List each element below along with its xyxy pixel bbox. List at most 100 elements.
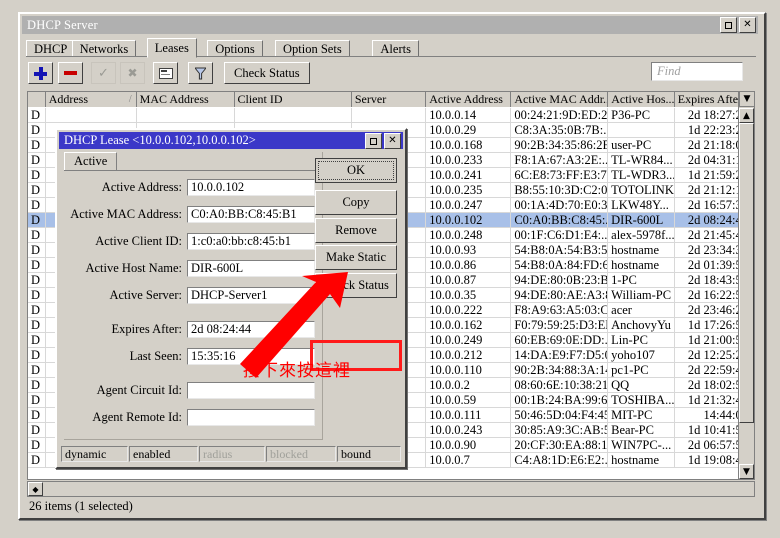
cell-active_mac: 90:2B:34:35:86:2B [511, 138, 609, 153]
column-header-address[interactable]: Address / [45, 92, 137, 107]
cell-active_address: 10.0.0.111 [426, 408, 512, 423]
cell-active_host: hostname [608, 453, 675, 468]
cell-flag: D [28, 318, 46, 333]
cell-flag: D [28, 378, 46, 393]
cell-flag: D [28, 138, 46, 153]
tab-options[interactable]: Options [207, 40, 263, 57]
column-header-label: Address [48, 92, 89, 106]
window-title: DHCP Server [27, 17, 98, 32]
input-active-server[interactable]: DHCP-Server1 [187, 286, 315, 304]
dialog-ok-button[interactable]: OK [315, 158, 397, 183]
vertical-scrollbar[interactable]: ▲ ▼ [738, 92, 754, 479]
input-active-client-id[interactable]: 1:c0:a0:bb:c8:45:b1 [187, 232, 315, 250]
sort-indicator-icon: / [128, 94, 132, 105]
scroll-up-icon[interactable]: ▲ [739, 108, 754, 123]
dialog-tab-underline [64, 170, 322, 171]
cell-active_host: Bear-PC [608, 423, 675, 438]
dialog-close-icon[interactable]: ✕ [384, 133, 401, 149]
status-bar: 26 items (1 selected) [29, 499, 133, 513]
column-header-client-id[interactable]: Client ID [234, 92, 352, 107]
status-field-bound: bound [337, 446, 401, 462]
cell-flag: D [28, 168, 46, 183]
cell-flag: D [28, 348, 46, 363]
cell-active_host: TL-WDR3... [608, 168, 675, 183]
input-active-host-name[interactable]: DIR-600L [187, 259, 315, 277]
cell-active_host: MIT-PC [608, 408, 675, 423]
comment-button[interactable] [153, 62, 178, 84]
dialog-remove-button[interactable]: Remove [315, 218, 397, 243]
check-status-button[interactable]: Check Status [224, 62, 310, 84]
tabstrip: DHCP Networks Leases Options Option Sets Aler… [26, 38, 756, 58]
dhcp-lease-dialog: DHCP Lease <10.0.0.102,10.0.0.102> ✕ Act… [55, 128, 407, 469]
field-active-mac-address: Active MAC Address: C0:A0:BB:C8:45:B1 [62, 205, 320, 223]
input-active-address[interactable]: 10.0.0.102 [187, 178, 315, 196]
field-active-address: Active Address: 10.0.0.102 [62, 178, 320, 196]
tab-networks[interactable]: Networks [71, 40, 137, 57]
cell-active_mac: F8:A9:63:A5:03:C2 [511, 303, 609, 318]
cell-flag: D [28, 423, 46, 438]
column-header-label: Active Address [429, 92, 503, 106]
search-input[interactable]: Find [651, 62, 743, 81]
cell-active_host: pc1-PC [608, 363, 675, 378]
cell-flag: D [28, 108, 46, 123]
cell-active_mac: F8:1A:67:A3:2E:... [511, 153, 609, 168]
cell-active_host: TL-WR84... [608, 153, 675, 168]
close-icon[interactable]: ✕ [739, 17, 756, 33]
cell-active_address: 10.0.0.93 [426, 243, 512, 258]
tab-active[interactable]: Active [64, 152, 118, 170]
tab-dhcp[interactable]: DHCP [26, 40, 76, 57]
cell-active_address: 10.0.0.243 [426, 423, 512, 438]
column-header-flag[interactable] [28, 92, 46, 107]
cell-active_host: hostname [608, 258, 675, 273]
column-header-server[interactable]: Server [351, 92, 427, 107]
input-active-mac-address[interactable]: C0:A0:BB:C8:45:B1 [187, 205, 315, 223]
scroll-down-icon[interactable]: ▼ [739, 464, 754, 479]
input-agent-circuit-id[interactable] [187, 381, 315, 399]
scrollbar-thumb[interactable] [739, 123, 754, 423]
cell-mac [136, 108, 235, 123]
cell-active_host [608, 123, 675, 138]
dialog-make-static-button[interactable]: Make Static [315, 245, 397, 270]
tab-option-sets[interactable]: Option Sets [275, 40, 350, 57]
cell-active_host: LKW48Y... [608, 198, 675, 213]
cell-active_mac: 08:60:6E:10:38:21 [511, 378, 609, 393]
input-agent-remote-id[interactable] [187, 408, 315, 426]
column-header-active-address[interactable]: Active Address [426, 92, 512, 107]
tab-alerts[interactable]: Alerts [372, 40, 419, 57]
cell-flag: D [28, 288, 46, 303]
column-header-mac-address[interactable]: MAC Address [136, 92, 235, 107]
dialog-copy-button[interactable]: Copy [315, 190, 397, 215]
dialog-maximize-icon[interactable] [365, 133, 382, 149]
cell-active_host: alex-5978f... [608, 228, 675, 243]
dialog-check-status-button[interactable]: Check Status [315, 273, 397, 298]
cell-flag: D [28, 453, 46, 468]
column-header-active-hos[interactable]: Active Hos... [608, 92, 675, 107]
table-row[interactable]: D 10.0.0.14 00:24:21:9D:ED:2B P36-PC 2d 18:2… [28, 108, 754, 123]
horizontal-scrollbar[interactable]: ◆ [27, 481, 755, 497]
input-expires-after[interactable]: 2d 08:24:44 [187, 320, 315, 338]
column-header-active-mac-addr[interactable]: Active MAC Addr... [511, 92, 609, 107]
cell-active_address: 10.0.0.87 [426, 273, 512, 288]
cell-active_mac: C0:A0:BB:C8:45:... [511, 213, 609, 228]
scroll-left-icon[interactable]: ◆ [28, 482, 43, 496]
cell-active_address: 10.0.0.110 [426, 363, 512, 378]
field-active-host-name: Active Host Name: DIR-600L [62, 259, 320, 277]
add-button[interactable] [28, 62, 53, 84]
maximize-icon[interactable] [720, 17, 737, 33]
cell-active_address: 10.0.0.235 [426, 183, 512, 198]
cell-flag: D [28, 273, 46, 288]
cell-flag: D [28, 258, 46, 273]
filter-button[interactable] [188, 62, 213, 84]
disable-button[interactable]: ✖ [120, 62, 145, 84]
tab-leases[interactable]: Leases [146, 38, 197, 58]
field-label: Active MAC Address: [70, 206, 182, 221]
cell-active_mac: 6C:E8:73:FF:E3:7E [511, 168, 609, 183]
cell-active_mac: 54:B8:0A:84:FD:6D [511, 258, 609, 273]
cell-active_address: 10.0.0.241 [426, 168, 512, 183]
cell-flag: D [28, 183, 46, 198]
column-chooser-icon[interactable]: ▼ [739, 92, 754, 107]
remove-button[interactable] [58, 62, 83, 84]
field-label: Expires After: [111, 321, 182, 336]
cell-active_host: 1-PC [608, 273, 675, 288]
enable-button[interactable]: ✓ [91, 62, 116, 84]
